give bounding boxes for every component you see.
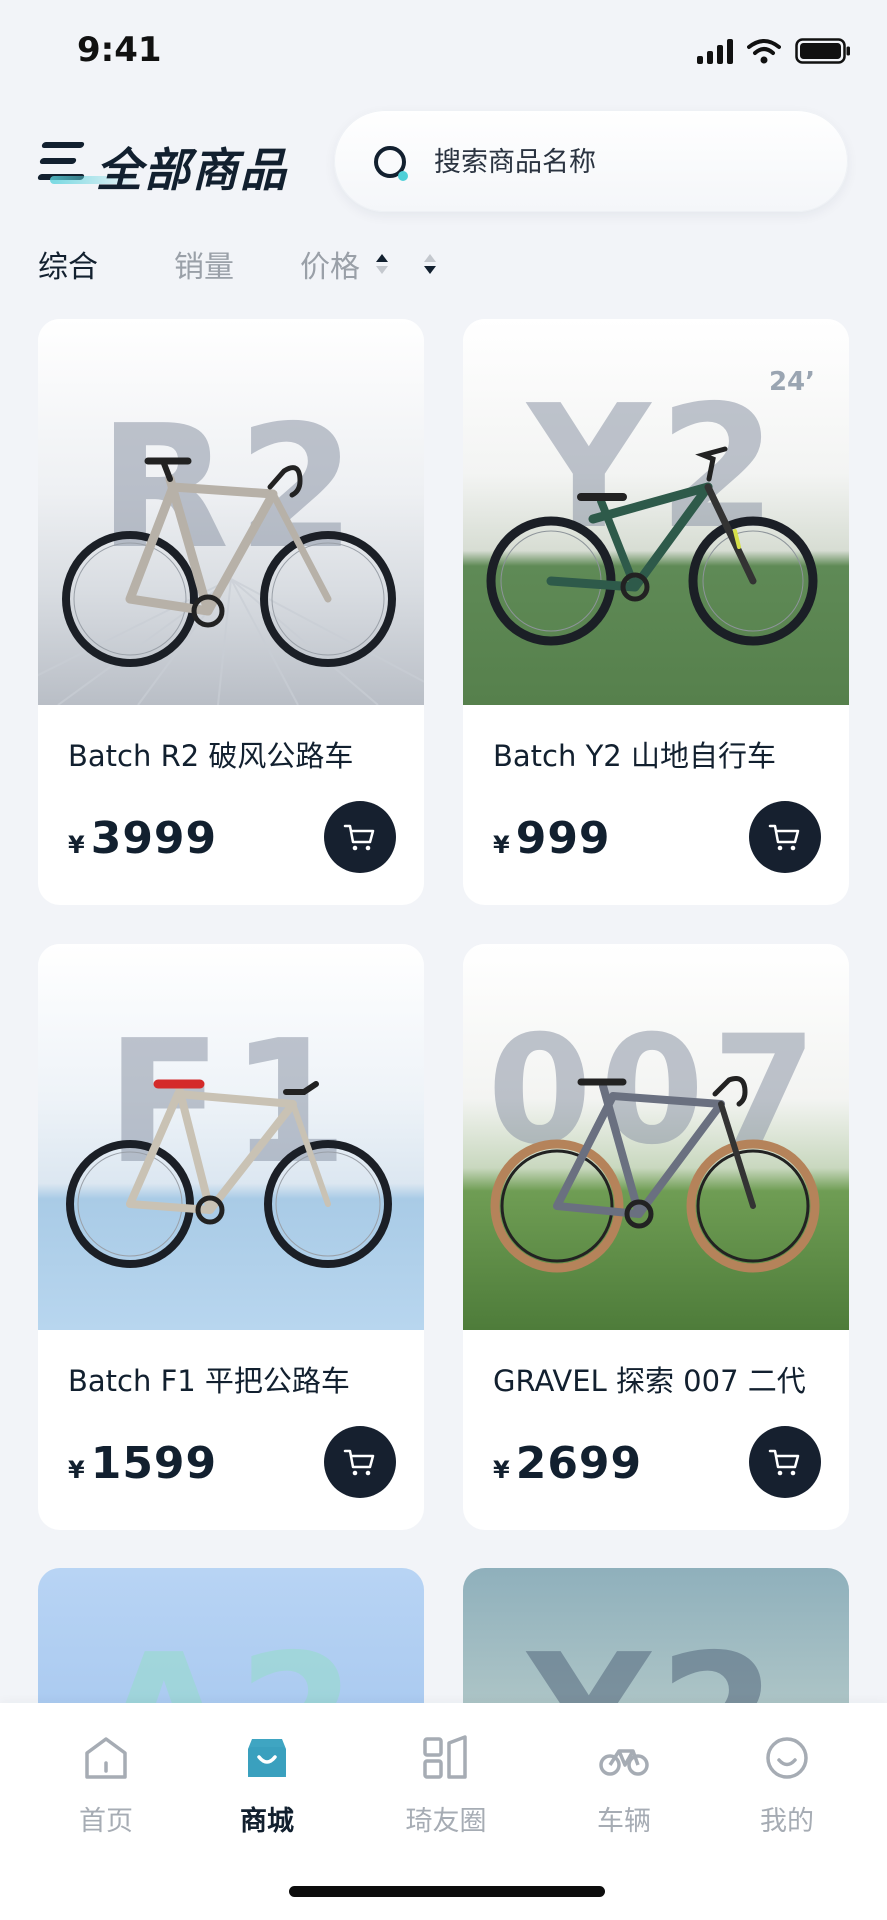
profile-icon <box>766 1737 808 1779</box>
bike-image <box>66 1079 392 1268</box>
home-icon <box>85 1737 127 1779</box>
product-title: Batch Y2 山地自行车 <box>493 739 776 773</box>
cart-icon <box>343 1449 375 1476</box>
price-value: 2699 <box>515 1438 643 1489</box>
search-box[interactable] <box>334 110 848 212</box>
tab-home[interactable]: 首页 <box>46 1733 166 1853</box>
product-price: ¥ 3999 <box>68 813 217 864</box>
bike-image <box>490 1076 820 1273</box>
product-price: ¥ 2699 <box>493 1438 642 1489</box>
product-image: Y2 24’ <box>463 319 849 705</box>
tab-mine[interactable]: 我的 <box>727 1733 847 1853</box>
home-indicator[interactable] <box>289 1886 605 1897</box>
filter-comprehensive[interactable]: 综合 <box>38 242 98 286</box>
wifi-icon <box>747 38 781 64</box>
product-card-f1[interactable]: F1 Batch F1 平把公路车 ¥ 1599 <box>38 944 424 1530</box>
shopping-bag-icon <box>248 1739 286 1777</box>
product-image: F1 <box>38 944 424 1330</box>
price-value: 3999 <box>90 813 218 864</box>
currency-symbol: ¥ <box>68 831 85 859</box>
product-title: Batch R2 破风公路车 <box>68 739 354 773</box>
product-image: R2 <box>38 319 424 705</box>
status-icons <box>697 38 851 64</box>
currency-symbol: ¥ <box>493 831 510 859</box>
product-price: ¥ 1599 <box>68 1438 217 1489</box>
page-title: 全部商品 <box>96 143 288 197</box>
cart-icon <box>343 824 375 851</box>
bike-image <box>62 457 396 667</box>
add-to-cart-button[interactable] <box>749 801 821 873</box>
bicycle-icon <box>599 1749 649 1776</box>
tab-label: 首页 <box>79 1806 133 1837</box>
product-image: 007 <box>463 944 849 1330</box>
tab-mall[interactable]: 商城 <box>207 1733 327 1853</box>
product-title: GRAVEL 探索 007 二代 <box>493 1364 806 1398</box>
product-title: Batch F1 平把公路车 <box>68 1364 350 1398</box>
status-time: 9:41 <box>77 30 162 70</box>
signal-icon <box>697 38 733 64</box>
search-icon <box>374 146 408 181</box>
sort-toggle-icon[interactable] <box>424 254 436 276</box>
add-to-cart-button[interactable] <box>324 1426 396 1498</box>
filter-bar: 综合 销量 价格 <box>0 240 887 290</box>
add-to-cart-button[interactable] <box>324 801 396 873</box>
tab-label: 商城 <box>240 1806 294 1837</box>
product-card-r2[interactable]: R2 Batch R2 破风公路车 ¥ 3999 <box>38 319 424 905</box>
cart-icon <box>768 824 800 851</box>
price-value: 999 <box>515 813 611 864</box>
currency-symbol: ¥ <box>68 1456 85 1484</box>
search-input[interactable] <box>434 140 814 184</box>
currency-symbol: ¥ <box>493 1456 510 1484</box>
price-sort-icon[interactable] <box>376 254 388 276</box>
header: 全部商品 <box>0 100 887 220</box>
filter-sales[interactable]: 销量 <box>174 242 234 286</box>
tab-vehicle[interactable]: 车辆 <box>564 1733 684 1853</box>
product-card-y2[interactable]: Y2 24’ Batch Y2 山地自行车 ¥ 999 <box>463 319 849 905</box>
tab-label: 琦友圈 <box>405 1806 487 1837</box>
tab-circle[interactable]: 琦友圈 <box>386 1733 506 1853</box>
community-icon <box>423 1735 467 1779</box>
status-bar: 9:41 <box>0 0 887 100</box>
product-card-007[interactable]: 007 GRAVEL 探索 007 二代 ¥ 2699 <box>463 944 849 1530</box>
filter-price[interactable]: 价格 <box>300 242 360 286</box>
price-value: 1599 <box>90 1438 218 1489</box>
battery-icon <box>795 38 851 64</box>
bike-image <box>486 446 818 646</box>
cart-icon <box>768 1449 800 1476</box>
product-price: ¥ 999 <box>493 813 611 864</box>
tab-label: 我的 <box>760 1806 814 1837</box>
tab-label: 车辆 <box>597 1806 651 1837</box>
add-to-cart-button[interactable] <box>749 1426 821 1498</box>
